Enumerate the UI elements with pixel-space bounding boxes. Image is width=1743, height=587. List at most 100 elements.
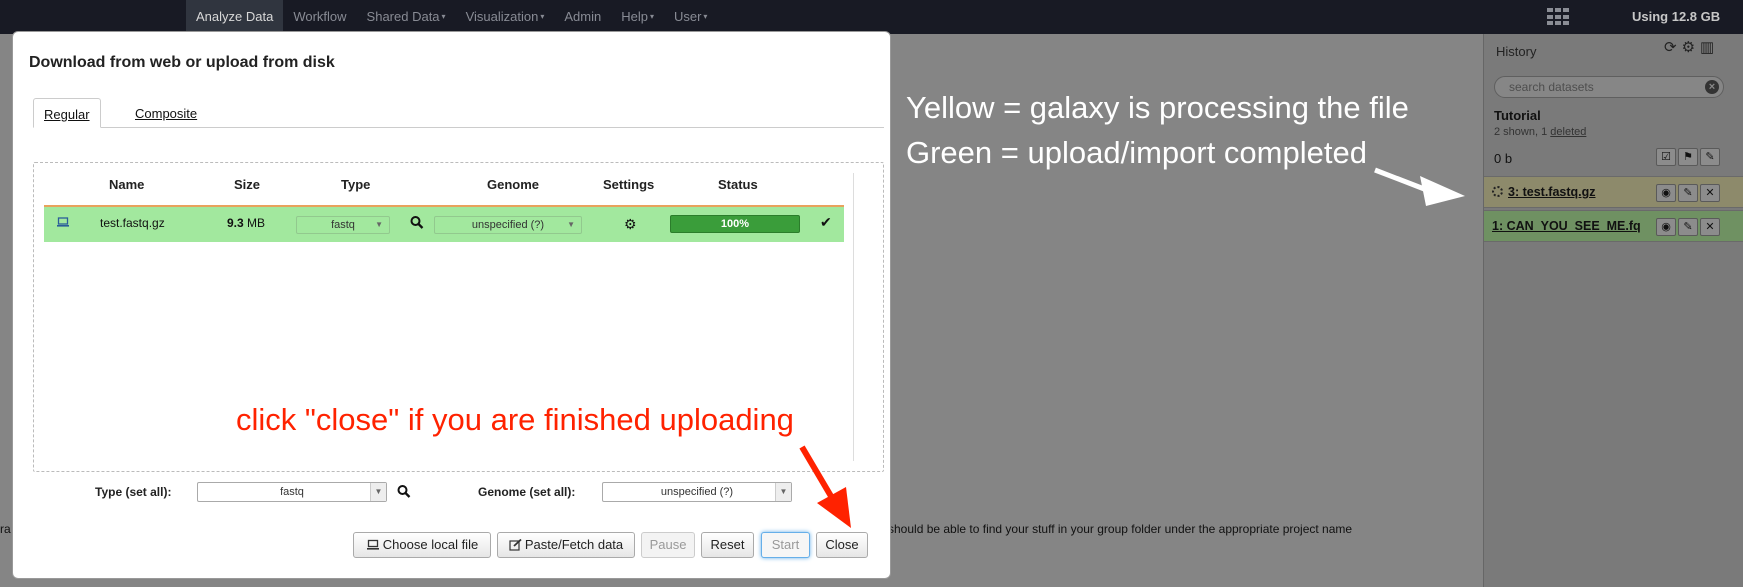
close-hint-annotation: click "close" if you are finished upload… (236, 402, 794, 437)
genome-set-all-value: unspecified (?) (660, 486, 734, 498)
annotation-yellow: Yellow = galaxy is processing the file (906, 90, 1409, 125)
nav-item-label: Help (621, 9, 648, 24)
tab-composite[interactable]: Composite (125, 98, 207, 128)
annotation-icon[interactable]: ✎ (1700, 148, 1720, 166)
select-datasets-icon[interactable]: ☑ (1656, 148, 1676, 166)
background-text-fragment: ra (0, 522, 11, 536)
row-genome-value: unspecified (?) (471, 219, 545, 231)
row-type-value: fastq (331, 219, 355, 231)
dataset-actions: ◉ ✎ ✕ (1656, 218, 1720, 236)
paste-fetch-label: Paste/Fetch data (524, 537, 624, 552)
grid-icon[interactable] (1547, 8, 1569, 26)
caret-down-icon: ▾ (649, 12, 654, 21)
dataset-actions: ◉ ✎ ✕ (1656, 184, 1720, 202)
dataset-item-ok[interactable]: 1: CAN_YOU_SEE_ME.fq ◉ ✎ ✕ (1484, 210, 1743, 242)
search-icon[interactable] (397, 484, 411, 500)
close-button[interactable]: Close (816, 532, 868, 558)
upload-list-scrollbar[interactable] (853, 173, 854, 461)
search-icon[interactable] (410, 215, 424, 231)
history-meta-text: 2 shown, 1 (1494, 126, 1551, 138)
eye-icon[interactable]: ◉ (1656, 184, 1676, 202)
nav-item-workflow[interactable]: Workflow (283, 0, 356, 34)
pause-button[interactable]: Pause (641, 532, 695, 558)
laptop-icon (57, 217, 69, 227)
tags-icon[interactable]: ⚑ (1678, 148, 1698, 166)
gear-icon[interactable]: ⚙ (1682, 40, 1695, 56)
pencil-icon[interactable]: ✎ (1678, 184, 1698, 202)
upload-modal: Download from web or upload from disk Re… (12, 31, 891, 579)
dropdown-arrow-icon: ▼ (375, 220, 383, 229)
column-status: Status (718, 177, 758, 192)
history-actions: ☑ ⚑ ✎ (1656, 148, 1720, 166)
type-set-all-label: Type (set all): (95, 485, 172, 499)
column-genome: Genome (487, 177, 540, 192)
settings-gear-icon[interactable]: ⚙ (624, 216, 637, 233)
nav-item-admin[interactable]: Admin (554, 0, 611, 34)
dataset-title-text: 3: test.fastq.gz (1508, 185, 1596, 199)
nav-item-label: Shared Data (366, 9, 440, 24)
delete-icon[interactable]: ✕ (1700, 218, 1720, 236)
dataset-title[interactable]: 3: test.fastq.gz (1492, 185, 1596, 199)
laptop-icon (366, 539, 379, 550)
upload-row: test.fastq.gz 9.3 MB fastq ▼ unspecified … (44, 205, 844, 242)
history-panel: History ⟳ ⚙ ▥ × Tutorial 2 shown, 1 dele… (1483, 34, 1743, 587)
nav-item-label: Analyze Data (196, 9, 274, 24)
nav-item-shared-data[interactable]: Shared Data ▾ (357, 0, 456, 34)
history-search: × (1494, 76, 1724, 98)
quota-usage: Using 12.8 GB (1632, 9, 1721, 24)
dataset-title[interactable]: 1: CAN_YOU_SEE_ME.fq (1492, 219, 1641, 233)
dropdown-arrow-icon: ▼ (775, 483, 791, 501)
choose-local-file-label: Choose local file (382, 537, 479, 552)
column-name: Name (109, 177, 145, 192)
type-set-all-value: fastq (280, 486, 304, 498)
main-nav: Analyze Data Workflow Shared Data ▾ Visualiz… (186, 0, 717, 34)
nav-item-analyze-data[interactable]: Analyze Data (186, 0, 284, 34)
check-icon: ✔ (820, 214, 832, 230)
upload-file-size: 9.3 MB (227, 216, 265, 230)
spinner-icon (1492, 186, 1503, 197)
upload-size-unit: MB (247, 216, 266, 230)
tab-regular[interactable]: Regular (33, 98, 101, 128)
nav-item-user[interactable]: User ▾ (664, 0, 717, 34)
row-type-select[interactable]: fastq ▼ (296, 216, 390, 234)
dataset-item-running[interactable]: 3: test.fastq.gz ◉ ✎ ✕ (1484, 176, 1743, 208)
nav-item-label: Admin (564, 9, 602, 24)
start-button[interactable]: Start (761, 532, 810, 558)
type-set-all-select[interactable]: fastq ▼ (197, 482, 387, 502)
genome-set-all-label: Genome (set all): (478, 485, 576, 499)
dropdown-arrow-icon: ▼ (567, 220, 575, 229)
genome-set-all-select[interactable]: unspecified (?) ▼ (602, 482, 792, 502)
columns-icon[interactable]: ▥ (1700, 40, 1714, 56)
deleted-link[interactable]: deleted (1550, 126, 1586, 138)
history-size: 0 b (1494, 151, 1513, 166)
eye-icon[interactable]: ◉ (1656, 218, 1676, 236)
column-settings: Settings (603, 177, 655, 192)
background-text: should be able to find your stuff in you… (888, 522, 1353, 536)
upload-tabs: Regular Composite (33, 98, 884, 128)
row-genome-select[interactable]: unspecified (?) ▼ (434, 216, 582, 234)
nav-item-help[interactable]: Help ▾ (611, 0, 664, 34)
pencil-icon[interactable]: ✎ (1678, 218, 1698, 236)
upload-progress-label: 100% (720, 218, 750, 230)
history-toolbar: ⟳ ⚙ ▥ (1664, 40, 1714, 56)
reset-button[interactable]: Reset (701, 532, 754, 558)
refresh-icon[interactable]: ⟳ (1664, 40, 1677, 56)
delete-icon[interactable]: ✕ (1700, 184, 1720, 202)
search-datasets-input[interactable] (1495, 77, 1685, 97)
history-title: History (1496, 44, 1537, 59)
clear-search-icon[interactable]: × (1705, 80, 1719, 94)
upload-size-value: 9.3 (227, 216, 244, 230)
modal-title: Download from web or upload from disk (29, 54, 335, 71)
nav-item-label: Visualization (465, 9, 539, 24)
white-arrow (1374, 167, 1465, 206)
nav-item-visualization[interactable]: Visualization ▾ (456, 0, 555, 34)
column-type: Type (341, 177, 371, 192)
history-name[interactable]: Tutorial (1494, 108, 1541, 123)
history-meta: 2 shown, 1 deleted (1494, 126, 1586, 138)
choose-local-file-button[interactable]: Choose local file (353, 532, 491, 558)
paste-fetch-button[interactable]: Paste/Fetch data (497, 532, 635, 558)
upload-table-header: Name Size Type Genome Settings Status (34, 177, 883, 197)
upload-progress-bar: 100% (670, 215, 800, 233)
masthead: Analyze Data Workflow Shared Data ▾ Visualiz… (0, 0, 1743, 34)
dropdown-arrow-icon: ▼ (370, 483, 386, 501)
